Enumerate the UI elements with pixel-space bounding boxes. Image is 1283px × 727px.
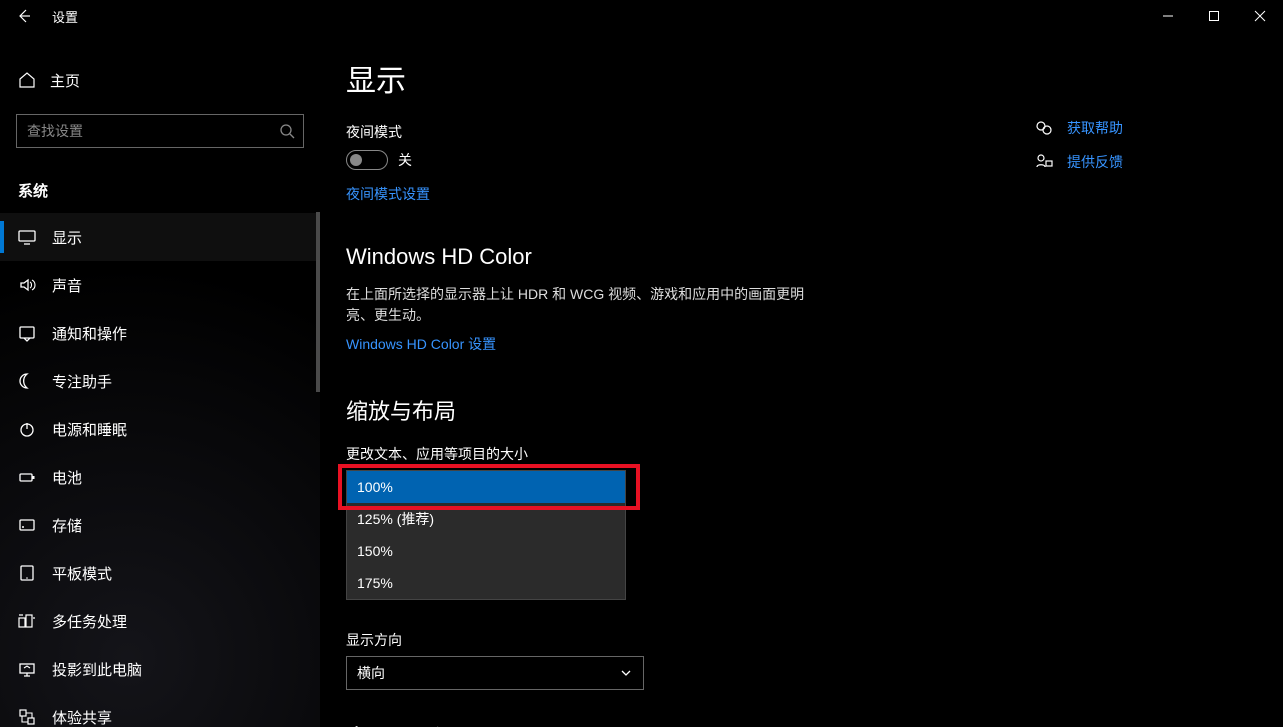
display-icon bbox=[18, 228, 36, 246]
sidebar-item-label: 显示 bbox=[52, 227, 82, 248]
feedback-label: 提供反馈 bbox=[1067, 152, 1123, 172]
sidebar-item-storage[interactable]: 存储 bbox=[0, 501, 320, 549]
back-button[interactable] bbox=[0, 0, 48, 32]
night-light-settings-link[interactable]: 夜间模式设置 bbox=[346, 184, 430, 204]
page-title: 显示 bbox=[346, 56, 1283, 100]
home-button[interactable]: 主页 bbox=[0, 60, 320, 100]
sound-icon bbox=[18, 276, 36, 294]
night-light-toggle[interactable] bbox=[346, 150, 388, 170]
scale-dropdown-open[interactable]: 100%125% (推荐)150%175% bbox=[346, 470, 626, 600]
sidebar-item-sound[interactable]: 声音 bbox=[0, 261, 320, 309]
sidebar-item-display[interactable]: 显示 bbox=[0, 213, 320, 261]
chevron-down-icon bbox=[619, 666, 633, 680]
multidisplay-heading: 多显示器设置 bbox=[346, 720, 1283, 727]
search-icon bbox=[279, 123, 295, 139]
sidebar-item-notify[interactable]: 通知和操作 bbox=[0, 309, 320, 357]
feedback-link[interactable]: 提供反馈 bbox=[1035, 152, 1255, 172]
content-area: 显示 夜间模式 关 夜间模式设置 Windows HD Color 在上面所选择… bbox=[320, 32, 1283, 727]
sidebar-item-label: 多任务处理 bbox=[52, 611, 127, 632]
tablet-icon bbox=[18, 564, 36, 582]
sidebar-item-focus[interactable]: 专注助手 bbox=[0, 357, 320, 405]
scale-option[interactable]: 150% bbox=[347, 535, 625, 567]
home-icon bbox=[18, 71, 36, 89]
orientation-value: 横向 bbox=[357, 663, 385, 683]
sidebar-category: 系统 bbox=[18, 180, 320, 201]
project-icon bbox=[18, 660, 36, 678]
help-label: 获取帮助 bbox=[1067, 118, 1123, 138]
hdcolor-settings-link[interactable]: Windows HD Color 设置 bbox=[346, 334, 496, 354]
minimize-button[interactable] bbox=[1145, 0, 1191, 32]
scale-option[interactable]: 125% (推荐) bbox=[347, 503, 625, 535]
focus-icon bbox=[18, 372, 36, 390]
scale-heading: 缩放与布局 bbox=[346, 394, 1283, 426]
sidebar-item-battery[interactable]: 电池 bbox=[0, 453, 320, 501]
home-label: 主页 bbox=[50, 70, 80, 91]
maximize-button[interactable] bbox=[1191, 0, 1237, 32]
notify-icon bbox=[18, 324, 36, 342]
help-icon bbox=[1035, 119, 1053, 137]
minimize-icon bbox=[1162, 10, 1174, 22]
orientation-label: 显示方向 bbox=[346, 630, 1283, 650]
sidebar-item-project[interactable]: 投影到此电脑 bbox=[0, 645, 320, 693]
sidebar-item-label: 存储 bbox=[52, 515, 82, 536]
search-input[interactable] bbox=[25, 122, 279, 140]
power-icon bbox=[18, 420, 36, 438]
titlebar: 设置 bbox=[0, 0, 1283, 32]
night-light-state: 关 bbox=[398, 150, 412, 170]
sidebar-item-label: 体验共享 bbox=[52, 707, 112, 727]
sidebar-item-tablet[interactable]: 平板模式 bbox=[0, 549, 320, 597]
close-button[interactable] bbox=[1237, 0, 1283, 32]
sidebar-item-label: 投影到此电脑 bbox=[52, 659, 142, 680]
battery-icon bbox=[18, 468, 36, 486]
scale-option[interactable]: 175% bbox=[347, 567, 625, 599]
share-icon bbox=[18, 708, 36, 726]
sidebar-item-label: 声音 bbox=[52, 275, 82, 296]
maximize-icon bbox=[1208, 10, 1220, 22]
sidebar-item-multi[interactable]: 多任务处理 bbox=[0, 597, 320, 645]
orientation-select[interactable]: 横向 bbox=[346, 656, 644, 690]
scale-option[interactable]: 100% bbox=[347, 471, 625, 503]
multi-icon bbox=[18, 612, 36, 630]
help-link[interactable]: 获取帮助 bbox=[1035, 118, 1255, 138]
sidebar-item-label: 电源和睡眠 bbox=[52, 419, 127, 440]
sidebar: 主页 系统 显示声音通知和操作专注助手电源和睡眠电池存储平板模式多任务处理投影到… bbox=[0, 32, 320, 727]
sidebar-item-power[interactable]: 电源和睡眠 bbox=[0, 405, 320, 453]
sidebar-item-label: 电池 bbox=[52, 467, 82, 488]
hdcolor-heading: Windows HD Color bbox=[346, 244, 1283, 270]
sidebar-item-share[interactable]: 体验共享 bbox=[0, 693, 320, 727]
close-icon bbox=[1254, 10, 1266, 22]
window-title: 设置 bbox=[52, 7, 78, 26]
scale-label: 更改文本、应用等项目的大小 bbox=[346, 444, 1283, 464]
sidebar-item-label: 通知和操作 bbox=[52, 323, 127, 344]
storage-icon bbox=[18, 516, 36, 534]
arrow-left-icon bbox=[16, 8, 32, 24]
sidebar-item-label: 平板模式 bbox=[52, 563, 112, 584]
hdcolor-description: 在上面所选择的显示器上让 HDR 和 WCG 视频、游戏和应用中的画面更明亮、更… bbox=[346, 284, 816, 326]
search-box[interactable] bbox=[16, 114, 304, 148]
feedback-icon bbox=[1035, 153, 1053, 171]
sidebar-item-label: 专注助手 bbox=[52, 371, 112, 392]
window-controls bbox=[1145, 0, 1283, 32]
aside-panel: 获取帮助 提供反馈 bbox=[1035, 118, 1255, 186]
